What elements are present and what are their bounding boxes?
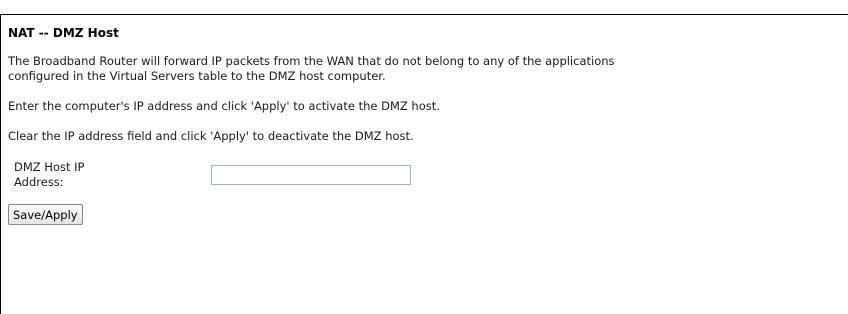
page-title: NAT -- DMZ Host: [8, 26, 119, 40]
description-line-1: The Broadband Router will forward IP pac…: [8, 54, 615, 68]
description-line-2: configured in the Virtual Servers table …: [8, 69, 386, 83]
dmz-host-ip-input[interactable]: [211, 165, 411, 185]
dmz-host-ip-label-line-2: Address:: [14, 175, 64, 189]
description-text: The Broadband Router will forward IP pac…: [8, 54, 846, 84]
deactivate-instruction: Clear the IP address field and click 'Ap…: [8, 129, 414, 143]
activate-instruction: Enter the computer's IP address and clic…: [8, 99, 440, 113]
save-apply-button[interactable]: Save/Apply: [8, 204, 83, 225]
dmz-host-ip-label: DMZ Host IP Address:: [14, 159, 99, 190]
dmz-host-panel: NAT -- DMZ Host The Broadband Router wil…: [8, 26, 846, 225]
dmz-host-ip-row: DMZ Host IP Address:: [14, 159, 846, 190]
button-row: Save/Apply: [8, 204, 846, 225]
dmz-host-ip-label-line-1: DMZ Host IP: [14, 160, 85, 174]
